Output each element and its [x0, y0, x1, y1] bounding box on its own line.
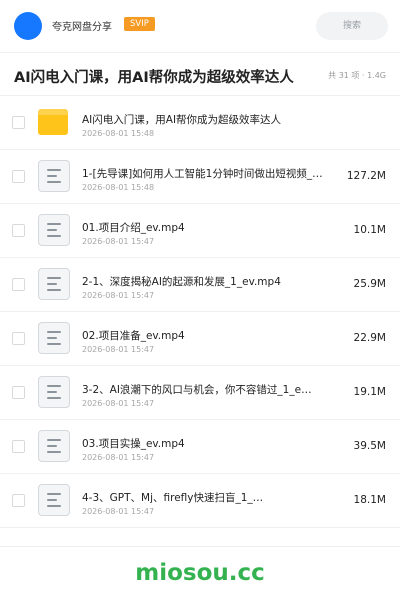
file-row[interactable]: 2-1、深度揭秘AI的起源和发展_1_ev.mp4 2026-08-01 15:… [0, 258, 400, 312]
file-name[interactable]: 3-2、AI浪潮下的风口与机会，你不容错过_1_e… [82, 382, 332, 397]
file-size: 39.5M [353, 440, 386, 452]
document-icon [38, 430, 70, 462]
file-row[interactable]: 3-2、AI浪潮下的风口与机会，你不容错过_1_e… 2026-08-01 15… [0, 366, 400, 420]
page-title: AI闪电入门课，用AI帮你成为超级效率达人 [14, 70, 294, 86]
row-checkbox[interactable] [12, 170, 25, 183]
file-row[interactable]: 02.项目准备_ev.mp4 2026-08-01 15:47 22.9M [0, 312, 400, 366]
file-name[interactable]: 03.项目实操_ev.mp4 [82, 436, 332, 451]
file-size: 22.9M [353, 332, 386, 344]
file-row[interactable]: 4-3、GPT、Mj、firefly快速扫盲_1_… 2026-08-01 15… [0, 474, 400, 528]
watermark: miosou.cc [135, 560, 265, 586]
document-icon [38, 268, 70, 300]
footer-divider [0, 546, 400, 547]
document-icon [38, 484, 70, 516]
vip-badge: SVIP [124, 17, 155, 31]
file-list: AI闪电入门课，用AI帮你成为超级效率达人 2026-08-01 15:48 1… [0, 96, 400, 528]
file-name[interactable]: 01.项目介绍_ev.mp4 [82, 220, 332, 235]
file-name[interactable]: AI闪电入门课，用AI帮你成为超级效率达人 [82, 112, 382, 127]
file-size: 10.1M [353, 224, 386, 236]
document-icon [38, 214, 70, 246]
file-name[interactable]: 2-1、深度揭秘AI的起源和发展_1_ev.mp4 [82, 274, 332, 289]
file-row-folder[interactable]: AI闪电入门课，用AI帮你成为超级效率达人 2026-08-01 15:48 [0, 96, 400, 150]
folder-icon [38, 106, 70, 138]
title-row: AI闪电入门课，用AI帮你成为超级效率达人 共 31 项 · 1.4G [0, 53, 400, 95]
file-size: 127.2M [346, 170, 386, 182]
file-date: 2026-08-01 15:47 [82, 291, 155, 300]
file-date: 2026-08-01 15:47 [82, 237, 155, 246]
file-date: 2026-08-01 15:47 [82, 345, 155, 354]
row-checkbox[interactable] [12, 440, 25, 453]
file-name[interactable]: 4-3、GPT、Mj、firefly快速扫盲_1_… [82, 490, 332, 505]
file-name[interactable]: 02.项目准备_ev.mp4 [82, 328, 332, 343]
file-row[interactable]: 01.项目介绍_ev.mp4 2026-08-01 15:47 10.1M [0, 204, 400, 258]
file-size: 25.9M [353, 278, 386, 290]
row-checkbox[interactable] [12, 494, 25, 507]
file-count-summary: 共 31 项 · 1.4G [328, 71, 386, 80]
file-row[interactable]: 03.项目实操_ev.mp4 2026-08-01 15:47 39.5M [0, 420, 400, 474]
header: 夸克网盘分享 SVIP 搜索 [0, 0, 400, 52]
file-date: 2026-08-01 15:48 [82, 183, 155, 192]
file-size: 19.1M [353, 386, 386, 398]
file-row[interactable]: 1-[先导课]如何用人工智能1分钟时间做出短视频_… 2026-08-01 15… [0, 150, 400, 204]
row-checkbox[interactable] [12, 386, 25, 399]
file-date: 2026-08-01 15:47 [82, 399, 155, 408]
row-checkbox[interactable] [12, 332, 25, 345]
row-checkbox[interactable] [12, 278, 25, 291]
file-name[interactable]: 1-[先导课]如何用人工智能1分钟时间做出短视频_… [82, 166, 332, 181]
document-icon [38, 322, 70, 354]
avatar[interactable] [14, 12, 42, 40]
row-checkbox[interactable] [12, 116, 25, 129]
file-date: 2026-08-01 15:47 [82, 507, 155, 516]
document-icon [38, 160, 70, 192]
file-size: 18.1M [353, 494, 386, 506]
search-input[interactable]: 搜索 [316, 12, 388, 40]
file-date: 2026-08-01 15:47 [82, 453, 155, 462]
document-icon [38, 376, 70, 408]
file-date: 2026-08-01 15:48 [82, 129, 155, 138]
username[interactable]: 夸克网盘分享 [52, 18, 112, 33]
row-checkbox[interactable] [12, 224, 25, 237]
